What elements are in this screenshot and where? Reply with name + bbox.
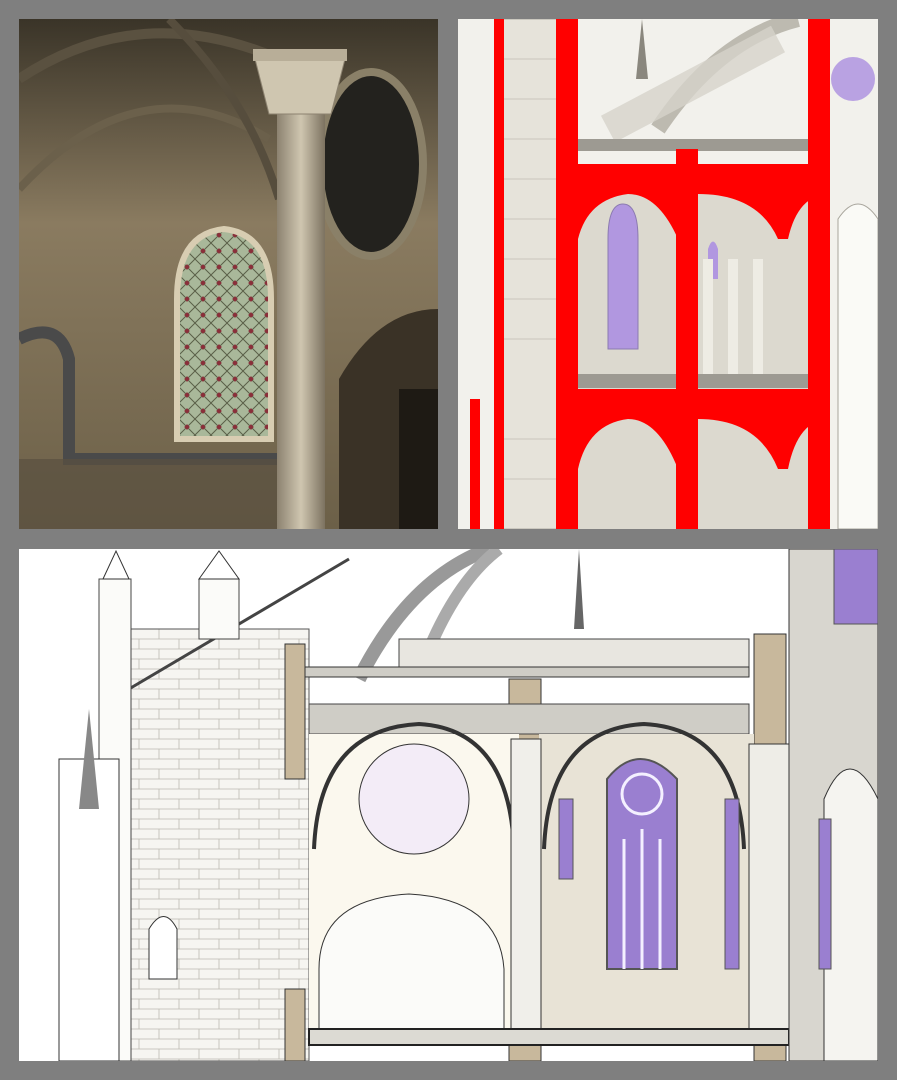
section-model-panel bbox=[458, 19, 878, 529]
floor-slab bbox=[308, 1028, 790, 1046]
section-model bbox=[458, 19, 878, 529]
interior-photo-panel bbox=[19, 19, 438, 529]
column-capital bbox=[254, 58, 346, 115]
tower bbox=[499, 19, 561, 529]
elevation-drawing-panel bbox=[19, 549, 878, 1061]
interior-photo bbox=[19, 19, 438, 529]
round-window bbox=[831, 57, 875, 101]
floor-shadow bbox=[19, 459, 319, 529]
column-abacus bbox=[253, 49, 347, 61]
lintel bbox=[308, 703, 750, 735]
arch-opening bbox=[318, 893, 505, 1030]
rose-window-outline bbox=[358, 743, 470, 855]
stone-column bbox=[277, 114, 325, 529]
doorway bbox=[399, 389, 438, 529]
roof-slab bbox=[298, 666, 750, 678]
masonry-wall bbox=[128, 628, 310, 1061]
column bbox=[510, 738, 542, 1035]
stained-glass-window bbox=[607, 203, 639, 350]
balustrade bbox=[398, 638, 750, 670]
pointed-arch bbox=[823, 768, 878, 1061]
stained-glass-window bbox=[833, 549, 878, 625]
column bbox=[748, 743, 790, 1035]
stained-glass-window bbox=[174, 225, 274, 442]
elevation-drawing bbox=[19, 549, 878, 1061]
